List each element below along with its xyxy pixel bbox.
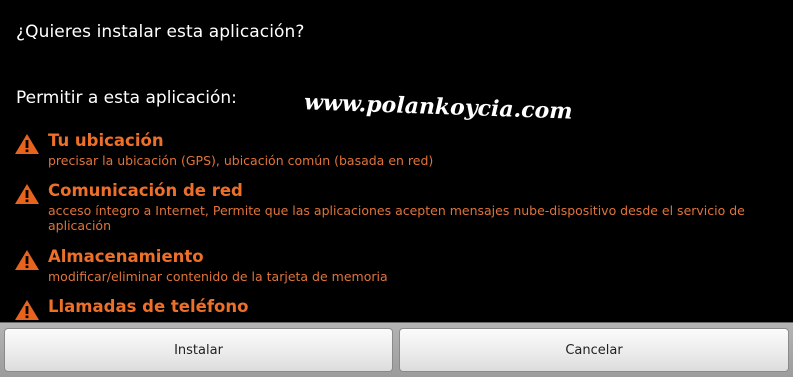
permissions-subheading: Permitir a esta aplicación: [16,88,237,108]
permission-description: acceso íntegro a Internet, Permite que l… [48,203,745,233]
permission-title: Llamadas de teléfono [48,297,249,316]
warning-icon [14,249,40,271]
warning-icon [14,183,40,205]
permission-title: Almacenamiento [48,247,204,266]
warning-icon [14,133,40,155]
button-bar: Instalar Cancelar [0,322,793,377]
permission-description: modificar/eliminar contenido de la tarje… [48,269,388,284]
permission-description: precisar la ubicación (GPS), ubicación c… [48,153,434,168]
cancel-button[interactable]: Cancelar [399,328,789,372]
permission-title: Comunicación de red [48,181,243,200]
warning-icon [14,299,40,321]
install-permissions-dialog: ¿Quieres instalar esta aplicación? Permi… [0,0,793,377]
permission-title: Tu ubicación [48,131,164,150]
watermark-text: www.polankoycia.com [303,89,574,125]
install-button[interactable]: Instalar [4,328,393,372]
dialog-title: ¿Quieres instalar esta aplicación? [16,22,305,42]
